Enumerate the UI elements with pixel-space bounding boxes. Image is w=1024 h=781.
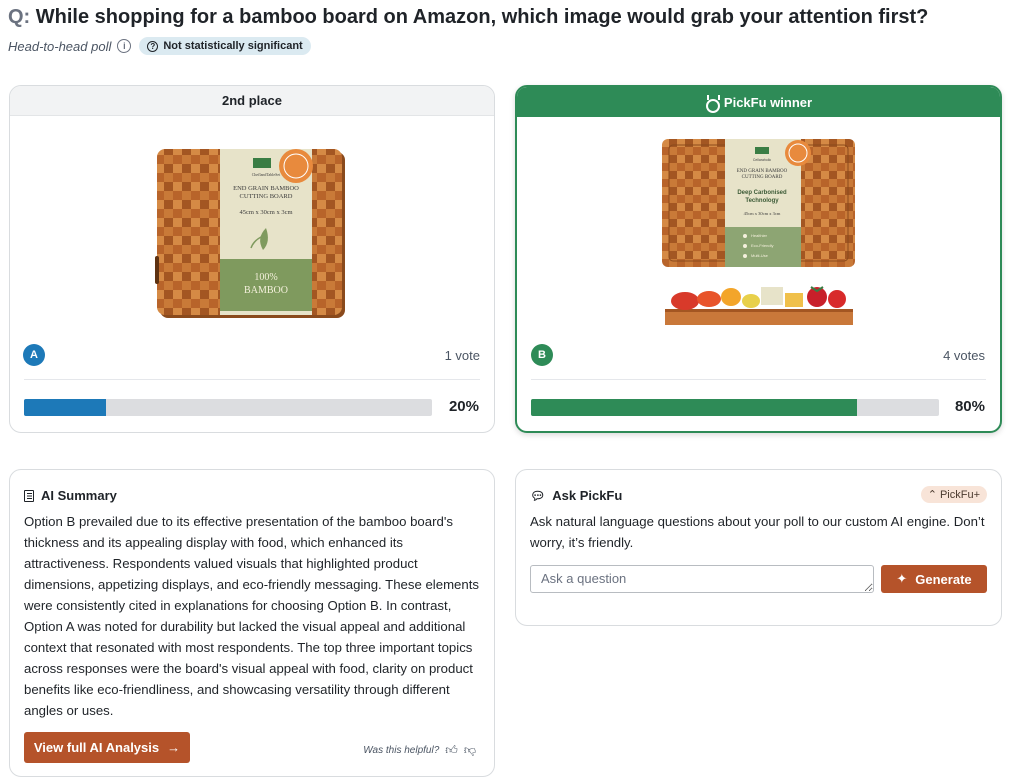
option-b-product-image[interactable]: Cellaraholic END GRAIN BAMBOO CUTTING BO… [661, 139, 857, 329]
ai-summary-text: Option B prevailed due to its effective … [24, 514, 479, 718]
thumbs-down-icon[interactable]: 👎︎ [464, 743, 476, 758]
option-b-size: 45cm x 30cm x 3cm [744, 211, 781, 216]
ai-summary-panel: AI Summary Option B prevailed due to its… [9, 469, 495, 777]
divider [531, 379, 986, 380]
thumbs-up-icon[interactable]: 👍︎ [445, 743, 458, 758]
option-a-line2: CUTTING BOARD [240, 193, 293, 200]
option-a-size: 45cm x 30cm x 3cm [239, 209, 292, 216]
option-b-bullet3: Multi-Use [751, 253, 769, 258]
option-b-line2: CUTTING BOARD [742, 175, 783, 180]
ask-pickfu-title: Ask PickFu [552, 488, 623, 503]
feedback-row: Was this helpful? 👍︎ 👎︎ [363, 743, 476, 758]
option-b-letter: B [531, 344, 553, 366]
option-b-bullet1: Healthier [751, 233, 768, 238]
option-b-brand: Cellaraholic [753, 158, 772, 162]
poll-meta: Head-to-head poll i ? Not statistically … [8, 37, 311, 55]
option-a-card[interactable]: 2nd place CheflandTableSet END GRAIN BAM… [9, 85, 495, 433]
option-a-progress-fill [24, 399, 106, 416]
generate-label: Generate [915, 571, 972, 587]
question-prefix: Q: [8, 6, 31, 28]
option-b-card[interactable]: PickFu winner Cellaraholic END GRAIN BAM… [515, 85, 1002, 433]
question-text: While shopping for a bamboo board on Ama… [35, 6, 929, 28]
option-b-line1: END GRAIN BAMBOO [737, 169, 788, 174]
arrow-right-icon: → [167, 740, 181, 755]
medal-icon [705, 95, 720, 113]
helpful-label: Was this helpful? [363, 745, 440, 756]
option-a-product-image[interactable]: CheflandTableSet END GRAIN BAMBOO CUTTIN… [155, 146, 351, 324]
option-b-rank: PickFu winner [723, 94, 813, 110]
option-a-votes: 1 vote [444, 348, 480, 363]
document-icon [24, 489, 34, 502]
poll-question: Q: While shopping for a bamboo board on … [8, 6, 928, 29]
option-b-header: PickFu winner [517, 87, 1000, 117]
option-a-progress-track [24, 399, 432, 416]
ask-pickfu-description: Ask natural language questions about you… [530, 514, 985, 550]
view-full-ai-analysis-button[interactable]: View full AI Analysis → [24, 732, 190, 763]
ask-pickfu-heading: 💬︎ Ask PickFu [530, 488, 622, 503]
ai-summary-title: AI Summary [41, 488, 117, 503]
option-b-bullet2: Eco-Friendly [751, 243, 773, 248]
divider [24, 379, 480, 380]
option-b-votes: 4 votes [943, 348, 985, 363]
chevrons-up-icon: ⌃ [927, 489, 937, 501]
option-b-feature1: Deep Carbonised [737, 190, 787, 196]
option-a-band2: BAMBOO [244, 285, 288, 296]
significance-badge: ? Not statistically significant [139, 37, 311, 55]
ask-question-input[interactable] [530, 565, 874, 593]
poll-type: Head-to-head poll [8, 38, 112, 54]
significance-label: Not statistically significant [163, 40, 303, 52]
option-b-feature2: Technology [745, 198, 779, 204]
option-b-progress-fill [531, 399, 858, 416]
option-a-band1: 100% [254, 272, 277, 283]
view-analysis-label: View full AI Analysis [33, 740, 160, 755]
magic-wand-icon: ✦ [896, 571, 908, 586]
option-a-letter: A [23, 344, 45, 366]
generate-button[interactable]: ✦ Generate [881, 565, 987, 593]
option-a-rank: 2nd place [222, 93, 282, 108]
info-icon[interactable]: i [117, 39, 132, 53]
option-a-percent: 20% [448, 398, 479, 415]
option-a-header: 2nd place [10, 86, 494, 116]
pickfu-plus-badge: ⌃ PickFu+ [920, 486, 987, 503]
pickfu-plus-label: PickFu+ [939, 488, 980, 501]
option-b-percent: 80% [954, 398, 985, 415]
option-a-line1: END GRAIN BAMBOO [233, 185, 299, 192]
ai-summary-heading: AI Summary [24, 488, 117, 503]
ask-pickfu-panel: 💬︎ Ask PickFu ⌃ PickFu+ Ask natural lang… [515, 469, 1002, 626]
question-circle-icon: ? [147, 40, 159, 52]
option-a-brand: CheflandTableSet [252, 172, 281, 177]
option-b-progress-track [531, 399, 939, 416]
chat-bubbles-icon: 💬︎ [530, 488, 546, 503]
